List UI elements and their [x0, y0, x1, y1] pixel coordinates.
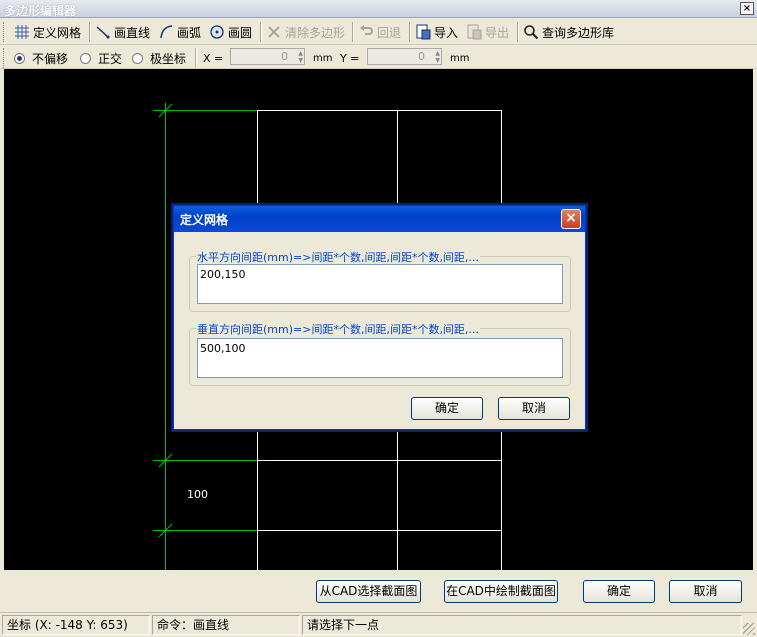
toolbar-grip[interactable]: [3, 22, 6, 42]
horizontal-spacing-group: 水平方向间距(mm)=>间距*个数,间距,间距*个数,间距,... 200,15…: [189, 249, 571, 312]
query-library-label: 查询多边形库: [542, 25, 615, 40]
clear-icon: [268, 26, 280, 38]
vertical-spacing-group: 垂直方向间距(mm)=>间距*个数,间距,间距*个数,间距,... 500,10…: [189, 321, 571, 386]
dialog-ok-button[interactable]: 确定: [411, 397, 483, 420]
window-title: 多边形编辑器: [4, 4, 77, 18]
draw-arc-button[interactable]: 画弧: [158, 22, 201, 42]
dialog-title-bar[interactable]: 定义网格 ×: [174, 206, 585, 232]
y-input[interactable]: 0 ▲ ▼: [367, 48, 442, 65]
draw-arc-label: 画弧: [177, 25, 202, 40]
toolbar-separator: [352, 22, 354, 42]
y-unit: mm: [450, 52, 470, 64]
dialog-close-button[interactable]: ×: [561, 209, 581, 229]
status-command: 命令：画直线: [152, 615, 300, 635]
x-label: X =: [203, 51, 224, 65]
toolbar-grip[interactable]: [3, 48, 6, 68]
radio-unchecked-icon: [132, 52, 143, 64]
horizontal-spacing-legend: 水平方向间距(mm)=>间距*个数,间距,间距*个数,间距,...: [196, 249, 480, 265]
dialog-title: 定义网格: [180, 213, 229, 227]
vertical-spacing-input[interactable]: 500,100: [197, 338, 563, 378]
select-from-cad-button[interactable]: 从CAD选择截面图: [316, 580, 421, 603]
draw-in-cad-button[interactable]: 在CAD中绘制截面图: [444, 580, 558, 603]
undo-button[interactable]: 回退: [358, 22, 401, 42]
undo-label: 回退: [377, 25, 402, 40]
x-spinner-icon[interactable]: ▲ ▼: [293, 50, 303, 64]
define-grid-button[interactable]: 定义网格: [14, 22, 81, 42]
grid-icon: [15, 25, 29, 39]
undo-icon: [360, 25, 373, 35]
polar-radio[interactable]: 极坐标: [132, 48, 186, 68]
y-value: 0: [418, 50, 425, 63]
import-icon: [416, 24, 431, 40]
export-button[interactable]: 导出: [466, 22, 509, 42]
y-spinner-icon[interactable]: ▲ ▼: [430, 50, 440, 64]
status-coords: 坐标 (X: -148 Y: 653): [2, 615, 150, 635]
draw-line-button[interactable]: 画直线: [95, 22, 150, 42]
polar-label: 极坐标: [150, 51, 187, 66]
status-prompt: 请选择下一点: [302, 615, 742, 635]
import-button[interactable]: 导入: [415, 22, 458, 42]
line-icon: [96, 26, 110, 39]
y-label: Y =: [340, 51, 360, 65]
main-toolbar: 定义网格 画直线 画弧 画圆 清除多边形 回退 导入 导出 查询多边形库: [0, 19, 757, 45]
toolbar-separator: [517, 22, 519, 42]
resize-grip-icon[interactable]: [743, 623, 755, 635]
import-label: 导入: [434, 25, 459, 40]
dialog-cancel-button[interactable]: 取消: [498, 397, 570, 420]
orthogonal-label: 正交: [98, 51, 123, 66]
draw-circle-label: 画圆: [228, 25, 253, 40]
cancel-button[interactable]: 取消: [669, 580, 742, 603]
x-input[interactable]: 0 ▲ ▼: [230, 48, 305, 65]
window-title-bar: 多边形编辑器 ×: [0, 0, 757, 18]
dimension-label: 100: [187, 488, 208, 501]
toolbar-separator: [89, 22, 91, 42]
circle-icon: [210, 25, 224, 39]
radio-checked-icon: [14, 52, 25, 64]
x-value: 0: [281, 50, 288, 63]
bottom-button-bar: 从CAD选择截面图 在CAD中绘制截面图 确定 取消: [0, 571, 757, 611]
radio-unchecked-icon: [80, 52, 91, 64]
arc-icon: [160, 25, 173, 39]
toolbar-separator: [409, 22, 411, 42]
define-grid-label: 定义网格: [33, 25, 82, 40]
vertical-spacing-legend: 垂直方向间距(mm)=>间距*个数,间距,间距*个数,间距,...: [196, 321, 480, 337]
toolbar-separator: [260, 22, 262, 42]
x-unit: mm: [313, 52, 333, 64]
export-icon: [467, 24, 482, 40]
draw-circle-button[interactable]: 画圆: [209, 22, 252, 42]
clear-polygon-button[interactable]: 清除多边形: [266, 22, 345, 42]
window-close-button[interactable]: ×: [740, 2, 754, 15]
clear-polygon-label: 清除多边形: [285, 25, 346, 40]
query-library-button[interactable]: 查询多边形库: [523, 22, 614, 42]
status-bar: 坐标 (X: -148 Y: 653) 命令：画直线 请选择下一点: [0, 612, 757, 637]
orthogonal-radio[interactable]: 正交: [80, 48, 122, 68]
export-label: 导出: [485, 25, 510, 40]
draw-line-label: 画直线: [114, 25, 151, 40]
define-grid-dialog: 定义网格 × 水平方向间距(mm)=>间距*个数,间距,间距*个数,间距,...…: [173, 205, 586, 430]
horizontal-spacing-input[interactable]: 200,150: [197, 264, 563, 304]
no-offset-label: 不偏移: [32, 51, 69, 66]
toolbar-separator: [195, 48, 197, 68]
no-offset-radio[interactable]: 不偏移: [14, 48, 68, 68]
options-toolbar: 不偏移 正交 极坐标 X = 0 ▲ ▼ mm Y = 0 ▲ ▼ mm: [0, 45, 757, 69]
ok-button[interactable]: 确定: [583, 580, 655, 603]
search-icon: [524, 25, 539, 40]
